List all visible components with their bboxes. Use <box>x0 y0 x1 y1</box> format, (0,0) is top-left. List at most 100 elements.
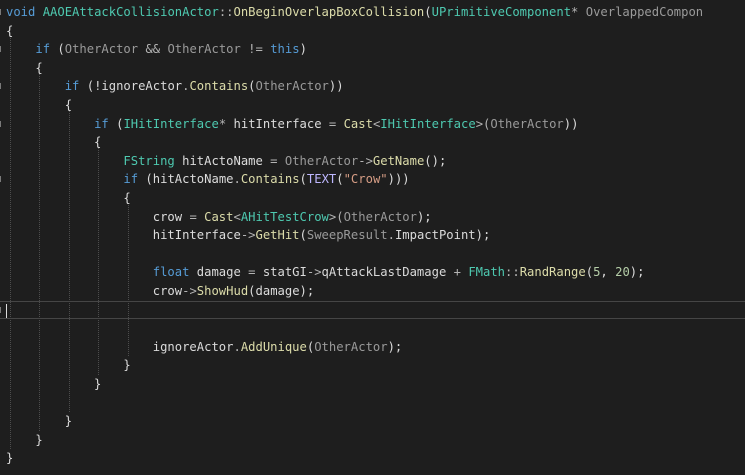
code-line[interactable]: { <box>0 59 745 78</box>
code-token: ) <box>299 42 307 57</box>
line-text: { <box>6 59 43 78</box>
code-token: RandRange <box>519 265 586 280</box>
code-line[interactable]: crow = Cast<AHitTestCrow>(OtherActor); <box>0 208 745 227</box>
code-line[interactable]: { <box>0 189 745 208</box>
code-token: , <box>600 265 616 280</box>
code-token: hitInterface <box>233 116 322 131</box>
code-token: qAttackLastDamage <box>321 265 447 280</box>
code-token: >( <box>475 116 491 131</box>
code-line[interactable]: } <box>0 431 745 450</box>
code-token: } <box>6 358 131 373</box>
code-token: ignoreActor <box>101 79 183 94</box>
code-token: { <box>6 23 14 38</box>
code-token: FMath <box>468 265 505 280</box>
code-token: OtherActor <box>490 116 564 131</box>
code-token: )) <box>563 116 579 131</box>
code-token: ); <box>299 284 315 298</box>
code-token: ); <box>387 339 403 354</box>
code-token: } <box>6 432 43 447</box>
code-token: OverlappedCompon <box>585 5 704 19</box>
line-text: if (IHitInterface* hitInterface = Cast<I… <box>6 115 578 134</box>
code-token: crow <box>152 284 183 298</box>
code-token: && <box>138 42 168 57</box>
code-token: ( <box>299 228 307 243</box>
code-token: -> <box>306 265 322 280</box>
code-token: Cast <box>343 116 373 131</box>
code-token: :: <box>218 5 234 19</box>
line-text: void AAOEAttackCollisionActor::OnBeginOv… <box>6 3 703 22</box>
code-line[interactable]: crow->ShowHud(damage); <box>0 282 745 301</box>
code-line[interactable]: } <box>0 375 745 394</box>
code-line[interactable]: float damage = statGI->qAttackLastDamage… <box>0 263 745 282</box>
code-token: (); <box>424 153 447 168</box>
line-text: { <box>6 189 130 208</box>
code-line[interactable]: } <box>0 449 745 468</box>
code-token: ); <box>475 228 491 243</box>
code-token: IHitInterface <box>123 116 219 131</box>
code-line[interactable]: void AAOEAttackCollisionActor::OnBeginOv… <box>0 3 745 22</box>
code-token: . <box>233 339 241 354</box>
code-token: if <box>123 172 139 187</box>
code-token: OtherActor <box>64 42 139 57</box>
code-line[interactable] <box>0 319 745 338</box>
code-token: = <box>182 209 205 224</box>
code-token: -> <box>182 284 197 298</box>
code-token: OnBeginOverlapBoxCollision <box>233 5 425 19</box>
code-token: OtherActor <box>343 209 417 224</box>
code-token: ); <box>416 209 432 224</box>
code-line[interactable]: if (IHitInterface* hitInterface = Cast<I… <box>0 115 745 134</box>
code-token: 20 <box>615 265 630 280</box>
code-token: damage <box>255 284 300 298</box>
code-token: OtherActor <box>167 42 241 57</box>
code-line[interactable] <box>0 394 745 413</box>
code-token: } <box>6 377 102 391</box>
code-token: -> <box>358 153 373 168</box>
code-token: if <box>94 116 109 131</box>
code-line[interactable] <box>0 300 745 320</box>
code-line[interactable] <box>0 245 745 264</box>
code-token: ( <box>108 116 124 131</box>
code-line[interactable]: if (OtherActor && OtherActor != this) <box>0 40 745 59</box>
line-text: hitInterface->GetHit(SweepResult.ImpactP… <box>6 226 491 245</box>
code-line[interactable]: hitInterface->GetHit(SweepResult.ImpactP… <box>0 226 745 245</box>
text-caret <box>6 304 7 318</box>
code-line[interactable]: } <box>0 412 745 431</box>
code-line[interactable]: { <box>0 133 745 152</box>
code-token: ( <box>248 284 256 298</box>
code-token: ( <box>336 172 344 187</box>
code-token: ); <box>629 265 645 280</box>
line-text: if (hitActoName.Contains(TEXT("Crow"))) <box>6 170 409 189</box>
code-line[interactable]: if (hitActoName.Contains(TEXT("Crow"))) <box>0 170 745 189</box>
code-line[interactable]: { <box>0 96 745 115</box>
code-token: < <box>233 209 241 224</box>
code-line[interactable]: if (!ignoreActor.Contains(OtherActor)) <box>0 77 745 96</box>
code-line[interactable]: { <box>0 22 745 41</box>
code-token: hitActoName <box>152 172 234 187</box>
code-line[interactable]: FString hitActoName = OtherActor->GetNam… <box>0 152 745 171</box>
line-text: { <box>6 22 13 41</box>
code-token: != <box>240 42 271 57</box>
code-token: = <box>321 116 344 131</box>
code-token: "Crow" <box>343 172 388 187</box>
code-token: damage <box>196 265 241 280</box>
line-text: } <box>6 375 101 394</box>
code-token: FString <box>123 153 175 168</box>
code-token: -> <box>240 228 256 243</box>
code-editor[interactable]: void AAOEAttackCollisionActor::OnBeginOv… <box>0 0 745 475</box>
code-token: (! <box>79 79 102 94</box>
code-token: { <box>6 60 43 75</box>
line-text: } <box>6 449 13 468</box>
code-token: >( <box>328 209 344 224</box>
code-token: ImpactPoint <box>394 228 476 243</box>
line-text: float damage = statGI->qAttackLastDamage… <box>6 263 645 282</box>
code-token: ( <box>138 172 153 187</box>
code-line[interactable]: ignoreActor.AddUnique(OtherActor); <box>0 338 745 357</box>
code-line[interactable]: } <box>0 356 745 375</box>
